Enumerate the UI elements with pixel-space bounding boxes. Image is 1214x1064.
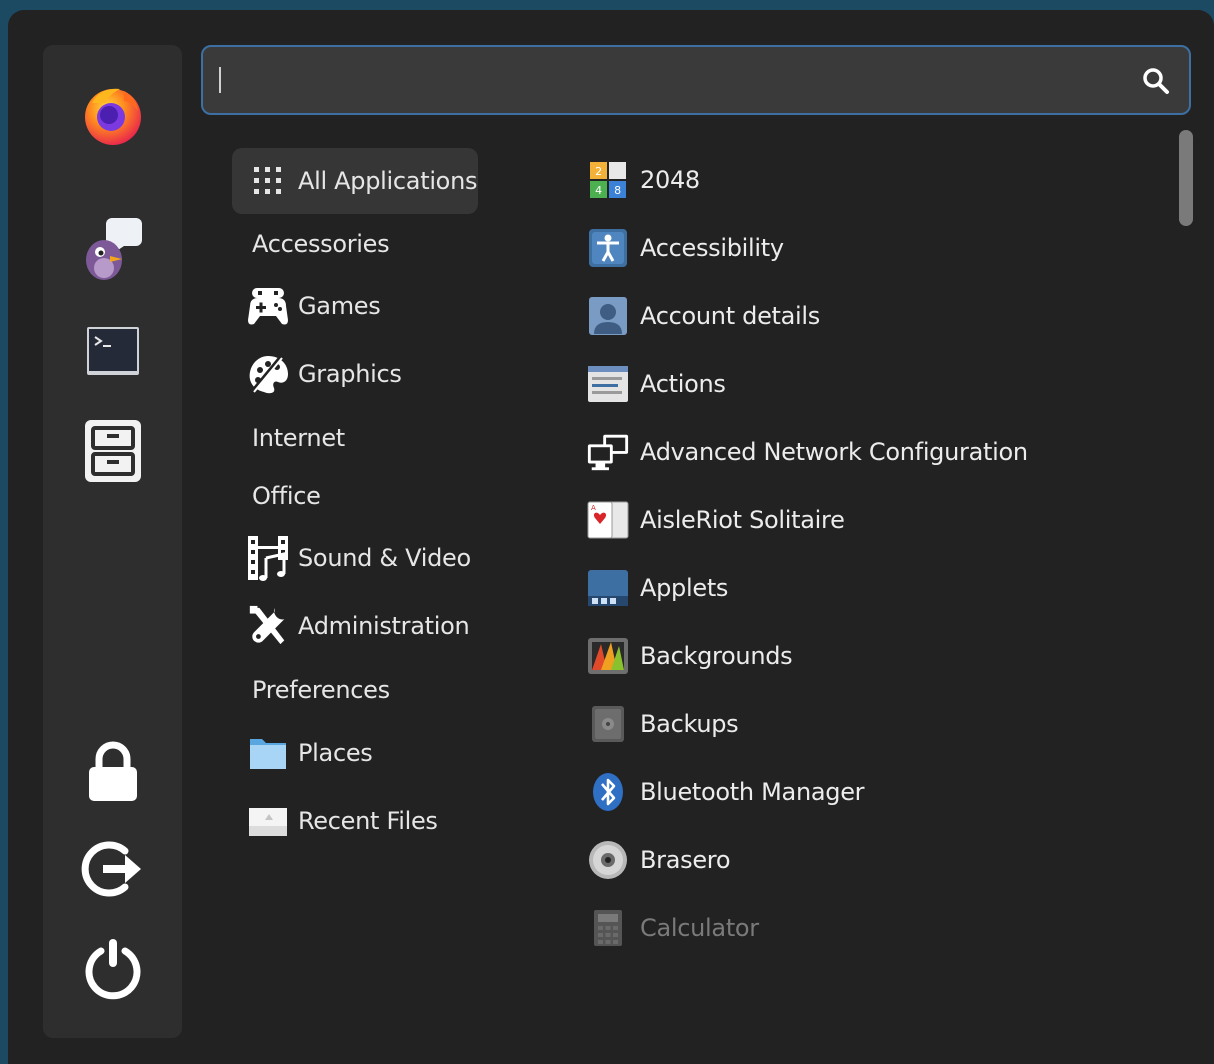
svg-text:2: 2 <box>595 165 602 178</box>
app-label: Account details <box>640 302 820 330</box>
favorite-pidgin[interactable] <box>79 215 147 283</box>
app-label: 2048 <box>640 166 700 194</box>
firefox-icon <box>85 88 141 145</box>
category-administration[interactable]: Administration <box>232 593 478 659</box>
app-item-2048[interactable]: 2 4 8 2048 <box>586 147 1146 213</box>
category-label: Internet <box>252 424 345 452</box>
category-label: Accessories <box>252 230 390 258</box>
category-sound-video[interactable]: Sound & Video <box>232 525 478 591</box>
category-accessories[interactable]: Accessories <box>232 211 478 277</box>
film-music-icon <box>246 536 290 581</box>
pidgin-icon <box>86 218 142 280</box>
disc-icon <box>586 838 630 882</box>
category-label: Office <box>252 482 321 510</box>
app-label: Backgrounds <box>640 642 793 670</box>
app-item-actions[interactable]: Actions <box>586 351 1146 417</box>
svg-text:A: A <box>591 504 596 512</box>
search-input[interactable] <box>219 55 1123 107</box>
app-item-accessibility[interactable]: Accessibility <box>586 215 1146 281</box>
app-label: Applets <box>640 574 729 602</box>
category-label: Sound & Video <box>298 544 471 572</box>
calculator-icon <box>586 906 630 950</box>
recent-file-icon <box>246 799 290 843</box>
category-places[interactable]: Places <box>232 720 478 786</box>
lock-icon <box>89 741 137 801</box>
2048-icon: 2 4 8 <box>586 158 630 202</box>
category-recent-files[interactable]: Recent Files <box>232 788 478 854</box>
backups-icon <box>586 702 630 746</box>
lock-screen-button[interactable] <box>79 738 147 806</box>
app-label: Bluetooth Manager <box>640 778 865 806</box>
category-label: Places <box>298 739 373 767</box>
app-item-brasero[interactable]: Brasero <box>586 827 1146 893</box>
cards-icon: A <box>586 498 630 542</box>
scrollbar-thumb[interactable] <box>1179 130 1193 226</box>
app-item-applets[interactable]: Applets <box>586 555 1146 621</box>
app-label: Accessibility <box>640 234 784 262</box>
app-item-backgrounds[interactable]: Backgrounds <box>586 623 1146 689</box>
category-label: Recent Files <box>298 807 438 835</box>
gamepad-icon <box>246 284 290 328</box>
folder-icon <box>246 731 290 775</box>
network-icon <box>586 430 630 474</box>
tools-icon <box>246 604 290 648</box>
favorite-files[interactable] <box>79 417 147 485</box>
category-label: All Applications <box>298 167 478 195</box>
terminal-icon <box>87 327 139 375</box>
power-icon <box>85 939 141 1000</box>
app-label: Brasero <box>640 846 731 874</box>
search-icon[interactable] <box>1141 66 1171 96</box>
actions-icon <box>586 362 630 406</box>
category-office[interactable]: Office <box>232 463 478 529</box>
favorite-terminal[interactable] <box>79 317 147 385</box>
category-internet[interactable]: Internet <box>232 405 478 471</box>
accessibility-icon <box>586 226 630 270</box>
sidebar <box>43 45 182 1038</box>
logout-button[interactable] <box>79 835 147 903</box>
app-item-backups[interactable]: Backups <box>586 691 1146 757</box>
category-label: Administration <box>298 612 470 640</box>
category-label: Graphics <box>298 360 402 388</box>
text-caret <box>219 67 221 93</box>
file-cabinet-icon <box>85 420 141 482</box>
app-label: Calculator <box>640 914 759 942</box>
app-label: Actions <box>640 370 726 398</box>
svg-text:8: 8 <box>614 184 621 197</box>
app-item-account-details[interactable]: Account details <box>586 283 1146 349</box>
category-graphics[interactable]: Graphics <box>232 341 478 407</box>
app-label: Advanced Network Configuration <box>640 438 1028 466</box>
app-item-advanced-network-configuration[interactable]: Advanced Network Configuration <box>586 419 1146 485</box>
logout-icon <box>81 841 141 897</box>
category-all-applications[interactable]: All Applications <box>232 148 478 214</box>
bluetooth-icon <box>586 770 630 814</box>
svg-text:4: 4 <box>595 184 602 197</box>
favorite-firefox[interactable] <box>79 80 147 148</box>
app-label: AisleRiot Solitaire <box>640 506 845 534</box>
category-label: Preferences <box>252 676 390 704</box>
user-account-icon <box>586 294 630 338</box>
grid-icon <box>246 159 290 203</box>
search-bar <box>201 45 1191 115</box>
category-preferences[interactable]: Preferences <box>232 657 478 723</box>
category-label: Games <box>298 292 381 320</box>
category-games[interactable]: Games <box>232 273 478 339</box>
backgrounds-icon <box>586 634 630 678</box>
app-item-bluetooth-manager[interactable]: Bluetooth Manager <box>586 759 1146 825</box>
palette-icon <box>246 352 290 396</box>
shutdown-button[interactable] <box>79 935 147 1003</box>
applets-icon <box>586 566 630 610</box>
app-label: Backups <box>640 710 739 738</box>
app-menu: All Applications Accessories Games Graph… <box>8 10 1214 1064</box>
app-item-calculator[interactable]: Calculator <box>586 895 1146 961</box>
app-item-aisleriot-solitaire[interactable]: A AisleRiot Solitaire <box>586 487 1146 553</box>
